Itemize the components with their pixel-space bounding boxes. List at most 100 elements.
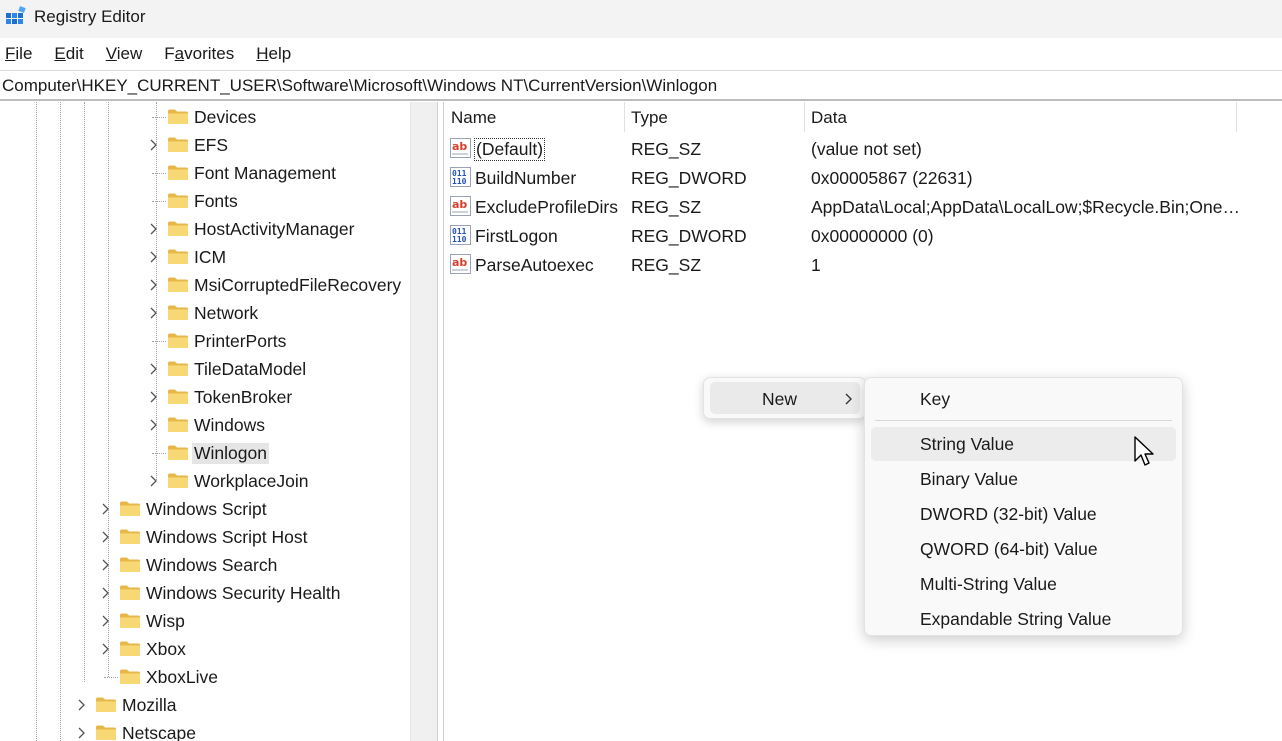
tree-item[interactable]: Windows Security Health — [0, 579, 410, 607]
tree-item[interactable]: Xbox — [0, 635, 410, 663]
chevron-right-icon[interactable] — [100, 586, 110, 600]
tree-item[interactable]: HostActivityManager — [0, 215, 410, 243]
folder-icon — [168, 333, 188, 348]
tree-scrollbar[interactable] — [410, 102, 437, 741]
submenu-item-multi-string-value[interactable]: Multi-String Value — [871, 567, 1176, 601]
tree-item-label: Winlogon — [192, 443, 269, 464]
folder-icon — [96, 725, 116, 740]
chevron-right-icon[interactable] — [148, 222, 158, 236]
chevron-right-icon[interactable] — [76, 698, 86, 712]
column-type-header[interactable]: Type — [631, 108, 668, 128]
tree-item[interactable]: Windows Script — [0, 495, 410, 523]
folder-icon — [120, 557, 140, 572]
tree-item[interactable]: TileDataModel — [0, 355, 410, 383]
folder-icon — [168, 361, 188, 376]
submenu-item-key[interactable]: Key — [871, 382, 1176, 416]
value-row[interactable]: ab (Default) REG_SZ (value not set) — [444, 134, 1282, 163]
submenu-item-string-value[interactable]: String Value — [871, 427, 1176, 461]
submenu-item-binary-value[interactable]: Binary Value — [871, 462, 1176, 496]
new-menu-item[interactable]: New — [710, 382, 860, 414]
address-bar[interactable]: Computer\HKEY_CURRENT_USER\Software\Micr… — [0, 70, 1282, 101]
folder-icon — [168, 109, 188, 124]
column-data-header[interactable]: Data — [811, 108, 847, 128]
new-menu-label: New — [762, 389, 798, 409]
menu-view[interactable]: View — [106, 44, 143, 64]
column-separator[interactable] — [624, 102, 625, 132]
value-type: REG_SZ — [631, 255, 702, 275]
tree-item[interactable]: Wisp — [0, 607, 410, 635]
chevron-right-icon[interactable] — [100, 530, 110, 544]
value-name: ParseAutoexec — [475, 255, 594, 275]
chevron-right-icon[interactable] — [148, 138, 158, 152]
value-name: FirstLogon — [475, 226, 558, 246]
chevron-right-icon[interactable] — [100, 614, 110, 628]
folder-icon — [120, 529, 140, 544]
chevron-right-icon[interactable] — [148, 390, 158, 404]
chevron-right-icon[interactable] — [100, 558, 110, 572]
tree-connector — [152, 173, 166, 174]
tree-item[interactable]: ICM — [0, 243, 410, 271]
tree-item[interactable]: Netscape — [0, 719, 410, 741]
window-title: Registry Editor — [34, 7, 146, 26]
tree-item[interactable]: Mozilla — [0, 691, 410, 719]
tree-item[interactable]: Font Management — [0, 159, 410, 187]
tree-item[interactable]: XboxLive — [0, 663, 410, 691]
chevron-right-icon[interactable] — [100, 642, 110, 656]
tree-item[interactable]: Devices — [0, 103, 410, 131]
menu-edit[interactable]: Edit — [54, 44, 83, 64]
title-bar: Registry Editor — [0, 0, 1282, 38]
value-row[interactable]: ab ExcludeProfileDirs REG_SZ AppData\Local;… — [444, 192, 1282, 221]
tree-item[interactable]: Network — [0, 299, 410, 327]
column-name-header[interactable]: Name — [451, 108, 496, 128]
menu-help[interactable]: Help — [256, 44, 291, 64]
tree-connector — [152, 117, 166, 118]
tree-item[interactable]: Windows Search — [0, 551, 410, 579]
tree-item[interactable]: MsiCorruptedFileRecovery — [0, 271, 410, 299]
tree-item[interactable]: Windows — [0, 411, 410, 439]
menu-file[interactable]: File — [5, 44, 32, 64]
chevron-right-icon[interactable] — [148, 362, 158, 376]
new-submenu: Key String Value Binary Value DWORD (32-bit… — [864, 377, 1183, 636]
tree-item-label: Network — [194, 303, 259, 323]
chevron-right-icon[interactable] — [148, 418, 158, 432]
folder-icon — [96, 697, 116, 712]
column-separator[interactable] — [804, 102, 805, 132]
pane-splitter[interactable] — [437, 102, 444, 741]
chevron-right-icon[interactable] — [148, 474, 158, 488]
tree-item-label: Netscape — [122, 723, 196, 741]
tree-item[interactable]: PrinterPorts — [0, 327, 410, 355]
submenu-item-label: Multi-String Value — [920, 574, 1057, 594]
string-value-icon: ab — [450, 254, 471, 274]
chevron-right-icon[interactable] — [148, 278, 158, 292]
folder-icon — [168, 137, 188, 152]
value-row[interactable]: 011 110 FirstLogon REG_DWORD 0x00000000 (0) — [444, 221, 1282, 250]
tree-item-label: PrinterPorts — [194, 331, 287, 351]
tree-item[interactable]: Winlogon — [0, 439, 410, 467]
value-type: REG_SZ — [631, 139, 702, 159]
tree-item[interactable]: WorkplaceJoin — [0, 467, 410, 495]
folder-icon — [120, 669, 140, 684]
submenu-item-qword-64-bit-value[interactable]: QWORD (64-bit) Value — [871, 532, 1176, 566]
submenu-item-expandable-string-value[interactable]: Expandable String Value — [871, 602, 1176, 636]
value-row[interactable]: ab ParseAutoexec REG_SZ 1 — [444, 250, 1282, 279]
tree-item[interactable]: Windows Script Host — [0, 523, 410, 551]
folder-icon — [120, 613, 140, 628]
address-path[interactable]: Computer\HKEY_CURRENT_USER\Software\Micr… — [2, 76, 717, 96]
menu-favorites[interactable]: Favorites — [164, 44, 234, 64]
column-separator[interactable] — [1236, 102, 1237, 132]
chevron-right-icon[interactable] — [100, 502, 110, 516]
value-row[interactable]: 011 110 BuildNumber REG_DWORD 0x00005867 (22… — [444, 163, 1282, 192]
menu-separator — [875, 420, 1172, 421]
tree-item[interactable]: Fonts — [0, 187, 410, 215]
tree-item[interactable]: EFS — [0, 131, 410, 159]
string-value-icon: ab — [450, 138, 471, 158]
chevron-right-icon[interactable] — [148, 306, 158, 320]
tree-item-label: Mozilla — [122, 695, 177, 715]
value-name: (Default) — [473, 138, 546, 161]
chevron-right-icon[interactable] — [148, 250, 158, 264]
key-tree[interactable]: Devices EFS Font Management Fonts HostActivi… — [0, 102, 437, 741]
chevron-right-icon[interactable] — [76, 726, 86, 740]
tree-item[interactable]: TokenBroker — [0, 383, 410, 411]
submenu-item-dword-32-bit-value[interactable]: DWORD (32-bit) Value — [871, 497, 1176, 531]
tree-item-label: Windows Script Host — [146, 527, 308, 547]
